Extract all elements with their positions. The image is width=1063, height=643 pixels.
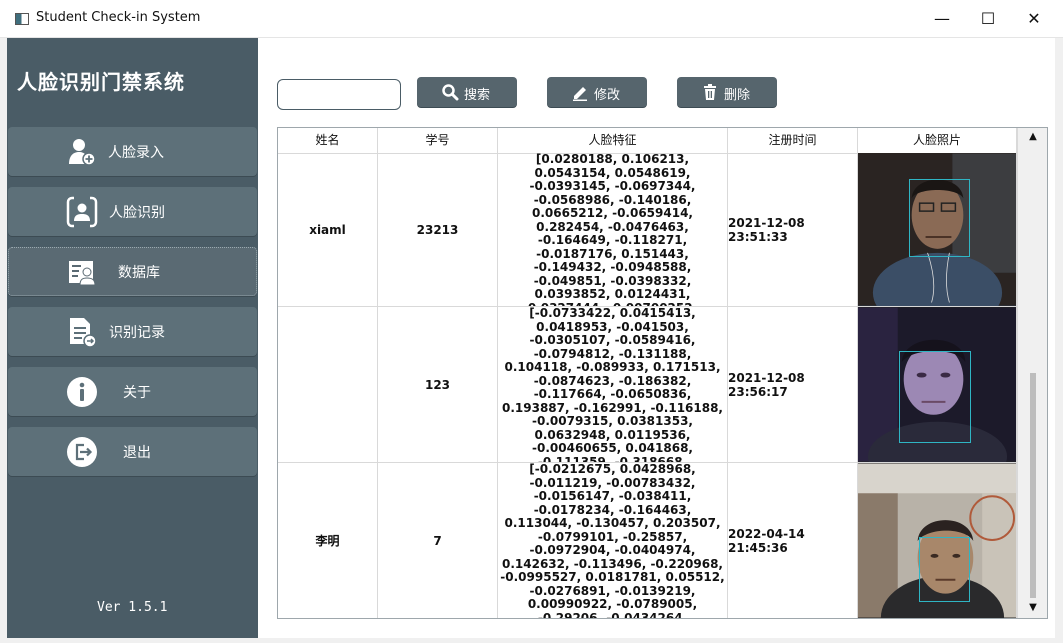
cell-features[interactable]: [-0.0733422, 0.0415413, 0.0418953, -0.04… (498, 307, 728, 462)
cell-id[interactable]: 7 (378, 463, 498, 618)
exit-icon (67, 437, 97, 467)
face-detection-box (919, 537, 970, 602)
minimize-button[interactable]: — (919, 0, 965, 37)
app-brand: 人脸识别门禁系统 (17, 70, 185, 94)
face-detection-box (909, 179, 970, 257)
close-button[interactable]: ✕ (1011, 0, 1057, 37)
delete-button-label: 删除 (724, 88, 751, 103)
cell-id[interactable]: 123 (378, 307, 498, 462)
sidebar: 人脸识别门禁系统 人脸录入 人脸识别 数据库 识别记录 关于 退出 Ver 1.… (7, 38, 258, 638)
cell-features[interactable]: [-0.0212675, 0.0428968, -0.011219, -0.00… (498, 463, 728, 618)
info-icon (67, 377, 97, 407)
column-header-photo[interactable]: 人脸照片 (858, 128, 1017, 153)
cell-name[interactable] (278, 307, 378, 462)
pencil-icon (573, 87, 587, 101)
column-header-name[interactable]: 姓名 (278, 128, 378, 153)
scroll-up-arrow-icon[interactable]: ▲ (1026, 130, 1040, 144)
app-window: Student Check-in System — ☐ ✕ 人脸识别门禁系统 人… (0, 0, 1063, 643)
sidebar-item-label: 人脸识别 (109, 205, 165, 221)
cell-time[interactable]: 2022-04-14 21:45:36 (728, 463, 858, 618)
face-photo[interactable] (858, 307, 1017, 462)
features-text: [-0.0733422, 0.0415413, 0.0418953, -0.04… (501, 307, 723, 462)
scroll-thumb[interactable] (1030, 373, 1036, 598)
features-text: [-0.0212675, 0.0428968, -0.011219, -0.00… (500, 463, 725, 618)
table-row[interactable]: 李明 7 [-0.0212675, 0.0428968, -0.011219, … (278, 463, 1017, 618)
sidebar-item-label: 数据库 (118, 265, 160, 281)
maximize-button[interactable]: ☐ (965, 0, 1011, 37)
title-bar: Student Check-in System — ☐ ✕ (0, 0, 1063, 38)
table-header: 姓名 学号 人脸特征 注册时间 人脸照片 (278, 128, 1017, 154)
delete-button[interactable]: 删除 (677, 77, 777, 107)
main-panel: 搜索 修改 删除 姓名 学号 人脸特征 注册时间 人脸照片 xiaml 2321… (258, 38, 1055, 638)
column-header-id[interactable]: 学号 (378, 128, 498, 153)
record-icon (70, 318, 97, 348)
cell-features[interactable]: [0.0280188, 0.106213, 0.0543154, 0.05486… (498, 153, 728, 306)
student-table: 姓名 学号 人脸特征 注册时间 人脸照片 xiaml 23213 [0.0280… (277, 127, 1048, 619)
table-body: xiaml 23213 [0.0280188, 0.106213, 0.0543… (278, 153, 1017, 618)
cell-name[interactable]: 李明 (278, 463, 378, 618)
sidebar-item-exit[interactable]: 退出 (8, 427, 257, 476)
scroll-down-arrow-icon[interactable]: ▼ (1026, 601, 1040, 615)
sidebar-item-records[interactable]: 识别记录 (8, 307, 257, 356)
sidebar-item-label: 识别记录 (109, 325, 165, 341)
app-icon (15, 13, 29, 25)
table-row[interactable]: xiaml 23213 [0.0280188, 0.106213, 0.0543… (278, 153, 1017, 307)
face-scan-icon (66, 196, 98, 228)
table-row[interactable]: 123 [-0.0733422, 0.0415413, 0.0418953, -… (278, 307, 1017, 463)
sidebar-item-about[interactable]: 关于 (8, 367, 257, 416)
trash-icon (704, 84, 716, 100)
database-icon (69, 261, 96, 286)
sidebar-item-label: 关于 (123, 385, 151, 401)
version-label: Ver 1.5.1 (97, 600, 168, 615)
column-header-time[interactable]: 注册时间 (728, 128, 858, 153)
add-user-icon (69, 139, 96, 166)
cell-time[interactable]: 2021-12-08 23:56:17 (728, 307, 858, 462)
search-button-label: 搜索 (464, 88, 491, 103)
cell-time[interactable]: 2021-12-08 23:51:33 (728, 153, 858, 306)
cell-id[interactable]: 23213 (378, 153, 498, 306)
sidebar-item-database[interactable]: 数据库 (8, 247, 257, 296)
face-photo[interactable] (858, 153, 1017, 306)
sidebar-item-face-enroll[interactable]: 人脸录入 (8, 127, 257, 176)
features-text: [0.0280188, 0.106213, 0.0543154, 0.05486… (528, 153, 697, 306)
window-title: Student Check-in System (36, 10, 201, 25)
search-input[interactable] (277, 79, 401, 110)
sidebar-item-label: 退出 (123, 445, 151, 461)
search-icon (442, 84, 459, 101)
column-header-features[interactable]: 人脸特征 (498, 128, 728, 153)
cell-name[interactable]: xiaml (278, 153, 378, 306)
table-scrollbar[interactable]: ▲ ▼ (1017, 128, 1047, 618)
search-button[interactable]: 搜索 (417, 77, 517, 107)
face-photo[interactable] (858, 463, 1017, 618)
edit-button-label: 修改 (594, 88, 621, 103)
sidebar-item-label: 人脸录入 (108, 145, 164, 161)
edit-button[interactable]: 修改 (547, 77, 647, 107)
face-detection-box (899, 351, 971, 443)
sidebar-item-face-recognition[interactable]: 人脸识别 (8, 187, 257, 236)
